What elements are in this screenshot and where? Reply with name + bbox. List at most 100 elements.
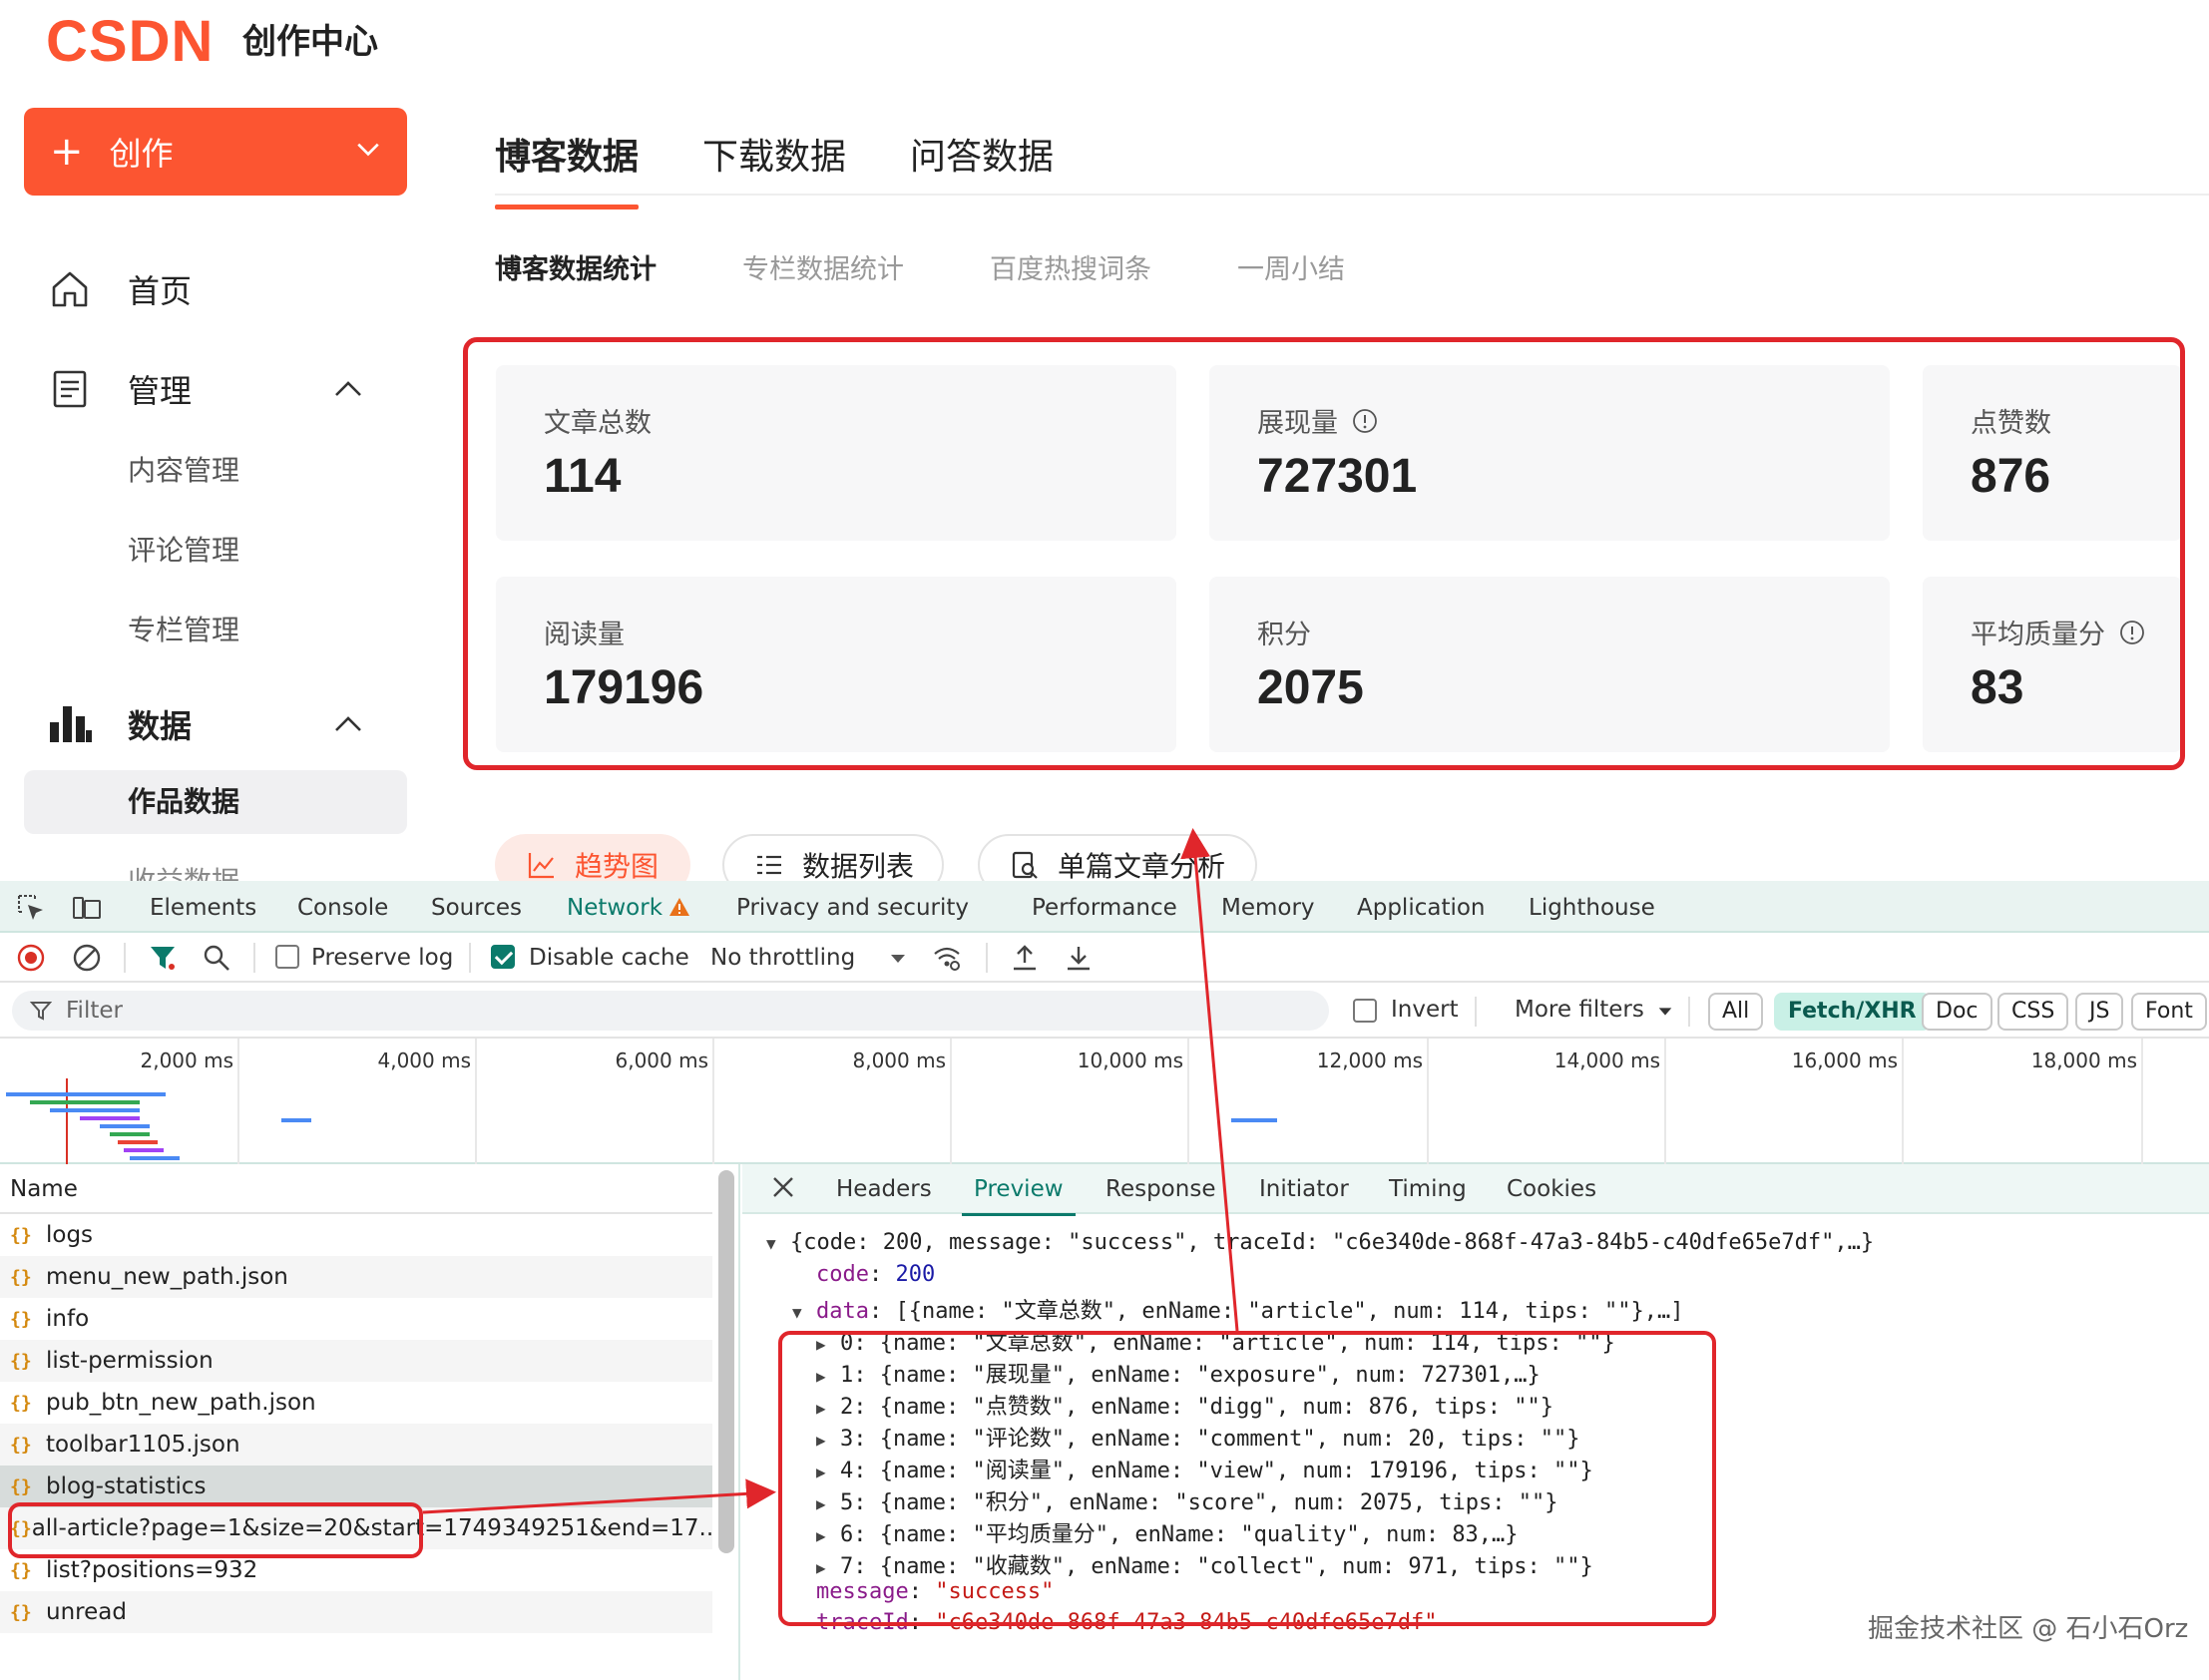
- request-row[interactable]: {} list-permission: [0, 1340, 712, 1382]
- devtools-tab-sources[interactable]: Sources: [431, 895, 522, 921]
- tab-download-data[interactable]: 下载数据: [702, 128, 846, 180]
- detail-tab-timing[interactable]: Timing: [1389, 1176, 1467, 1202]
- devtools-tab-console[interactable]: Console: [297, 895, 388, 921]
- tab-blog-data[interactable]: 博客数据: [495, 128, 640, 210]
- bar-chart-icon: [50, 706, 92, 742]
- filter-funnel-icon[interactable]: [148, 943, 178, 973]
- request-row[interactable]: {} menu_new_path.json: [0, 1256, 712, 1298]
- single-article-label: 单篇文章分析: [1058, 850, 1226, 881]
- request-name: pub_btn_new_path.json: [46, 1390, 316, 1416]
- detail-tab-cookies[interactable]: Cookies: [1507, 1176, 1596, 1202]
- detail-tab-headers[interactable]: Headers: [836, 1176, 932, 1202]
- request-row[interactable]: {} pub_btn_new_path.json: [0, 1382, 712, 1424]
- article-search-icon: [1012, 851, 1038, 879]
- inspect-element-icon[interactable]: [16, 893, 46, 923]
- xhr-icon: {}: [10, 1475, 32, 1497]
- subtab-weekly-summary[interactable]: 一周小结: [1237, 247, 1345, 286]
- chevron-up-icon[interactable]: [333, 714, 363, 734]
- sidebar-subitem-columns[interactable]: 专栏管理: [128, 609, 239, 648]
- network-toolbar: Preserve log Disable cache No throttling: [0, 933, 2209, 983]
- network-timeline-overview[interactable]: 2,000 ms 4,000 ms 6,000 ms 8,000 ms 10,0…: [0, 1039, 2209, 1164]
- more-filters-dropdown[interactable]: More filters: [1515, 997, 1644, 1023]
- detail-tab-initiator[interactable]: Initiator: [1259, 1176, 1349, 1202]
- devtools-tab-performance[interactable]: Performance: [1032, 895, 1177, 921]
- sidebar-subitem-earnings-data[interactable]: 收益数据: [128, 860, 239, 881]
- chevron-down-icon: [357, 143, 379, 157]
- caret-down-icon[interactable]: [1656, 1003, 1674, 1021]
- request-list-scrollbar[interactable]: [718, 1170, 734, 1553]
- line-chart-icon: [528, 853, 554, 879]
- network-conditions-icon[interactable]: [932, 943, 962, 973]
- sidebar-subitem-comments[interactable]: 评论管理: [128, 529, 239, 569]
- name-column-header[interactable]: Name: [0, 1164, 712, 1214]
- throttling-select[interactable]: No throttling: [710, 945, 855, 971]
- timeline-tick: 6,000 ms: [615, 1049, 708, 1072]
- filter-chip-fetch-xhr[interactable]: Fetch/XHR: [1774, 993, 1931, 1031]
- request-name: unread: [46, 1599, 127, 1625]
- search-icon[interactable]: [202, 943, 231, 973]
- invert-checkbox[interactable]: [1353, 999, 1377, 1023]
- request-name: list-permission: [46, 1348, 214, 1374]
- request-row[interactable]: {} info: [0, 1298, 712, 1340]
- single-article-button[interactable]: 单篇文章分析: [978, 834, 1257, 881]
- filter-chip-js[interactable]: JS: [2075, 993, 2124, 1031]
- csdn-logo[interactable]: CSDN: [46, 8, 214, 75]
- sidebar-subitem-works-data[interactable]: 作品数据: [24, 770, 407, 834]
- devtools-tab-memory[interactable]: Memory: [1221, 895, 1315, 921]
- download-har-icon[interactable]: [1064, 943, 1094, 973]
- page: CSDN 创作中心 + 创作 首页 管理 内容管理 评论管理 专栏管理 数据 作…: [0, 0, 2209, 1680]
- devtools-tab-privacy[interactable]: Privacy and security: [736, 895, 969, 921]
- filter-chip-doc[interactable]: Doc: [1922, 993, 1992, 1031]
- data-list-button[interactable]: 数据列表: [722, 834, 944, 881]
- trend-chart-button[interactable]: 趋势图: [495, 834, 690, 881]
- create-button[interactable]: + 创作: [24, 108, 407, 196]
- filter-chip-css[interactable]: CSS: [1997, 993, 2069, 1031]
- sidebar-subitem-content[interactable]: 内容管理: [128, 449, 239, 489]
- create-button-label: 创作: [109, 135, 174, 173]
- devtools-tab-bar: Elements Console Sources Network Privacy…: [0, 881, 2209, 937]
- devtools-tab-network[interactable]: Network: [560, 895, 697, 937]
- subtab-blog-stats[interactable]: 博客数据统计: [495, 247, 657, 286]
- sidebar-item-data[interactable]: 数据: [48, 702, 192, 746]
- xhr-icon: {}: [10, 1224, 32, 1246]
- filter-chip-all[interactable]: All: [1708, 993, 1764, 1031]
- creator-center-page: CSDN 创作中心 + 创作 首页 管理 内容管理 评论管理 专栏管理 数据 作…: [0, 0, 2209, 881]
- clear-icon[interactable]: [72, 943, 102, 973]
- request-row[interactable]: {} unread: [0, 1591, 712, 1633]
- upload-har-icon[interactable]: [1010, 943, 1040, 973]
- tab-qa-data[interactable]: 问答数据: [910, 128, 1054, 180]
- subtab-baidu-hot[interactable]: 百度热搜词条: [990, 247, 1151, 286]
- chevron-up-icon[interactable]: [333, 379, 363, 399]
- network-filter-bar: Filter Invert More filters All Fetch/XHR…: [0, 983, 2209, 1039]
- request-row[interactable]: {} toolbar1105.json: [0, 1424, 712, 1466]
- stop-recording-icon[interactable]: [16, 943, 46, 973]
- page-title: 创作中心: [242, 22, 378, 62]
- xhr-icon: {}: [10, 1266, 32, 1288]
- sidebar-item-label: 管理: [128, 372, 193, 410]
- disable-cache-checkbox[interactable]: [491, 945, 515, 969]
- filter-icon: [30, 1002, 52, 1021]
- request-row[interactable]: {} logs: [0, 1214, 712, 1256]
- preserve-log-checkbox[interactable]: [275, 945, 299, 969]
- home-icon: [52, 271, 88, 307]
- stats-highlight-box: [463, 337, 2185, 770]
- timeline-tick: 2,000 ms: [140, 1049, 233, 1072]
- detail-tab-preview[interactable]: Preview: [962, 1176, 1076, 1216]
- xhr-icon: {}: [10, 1392, 32, 1414]
- devtools-tab-lighthouse[interactable]: Lighthouse: [1529, 895, 1655, 921]
- timeline-tick: 10,000 ms: [1077, 1049, 1183, 1072]
- sidebar-item-home[interactable]: 首页: [48, 267, 192, 311]
- plus-icon: +: [50, 129, 84, 175]
- devtools-tab-elements[interactable]: Elements: [150, 895, 256, 921]
- filter-input[interactable]: Filter: [12, 991, 1329, 1031]
- close-icon[interactable]: [770, 1174, 796, 1200]
- xhr-icon: {}: [10, 1434, 32, 1456]
- devtools-tab-application[interactable]: Application: [1357, 895, 1486, 921]
- filter-chip-font[interactable]: Font: [2131, 993, 2207, 1031]
- request-row[interactable]: {} blog-statistics: [0, 1466, 712, 1507]
- device-toolbar-icon[interactable]: [72, 893, 102, 923]
- sidebar-item-manage[interactable]: 管理: [48, 367, 192, 411]
- caret-down-icon[interactable]: [888, 949, 908, 969]
- subtab-column-stats[interactable]: 专栏数据统计: [742, 247, 904, 286]
- detail-tab-response[interactable]: Response: [1105, 1176, 1215, 1202]
